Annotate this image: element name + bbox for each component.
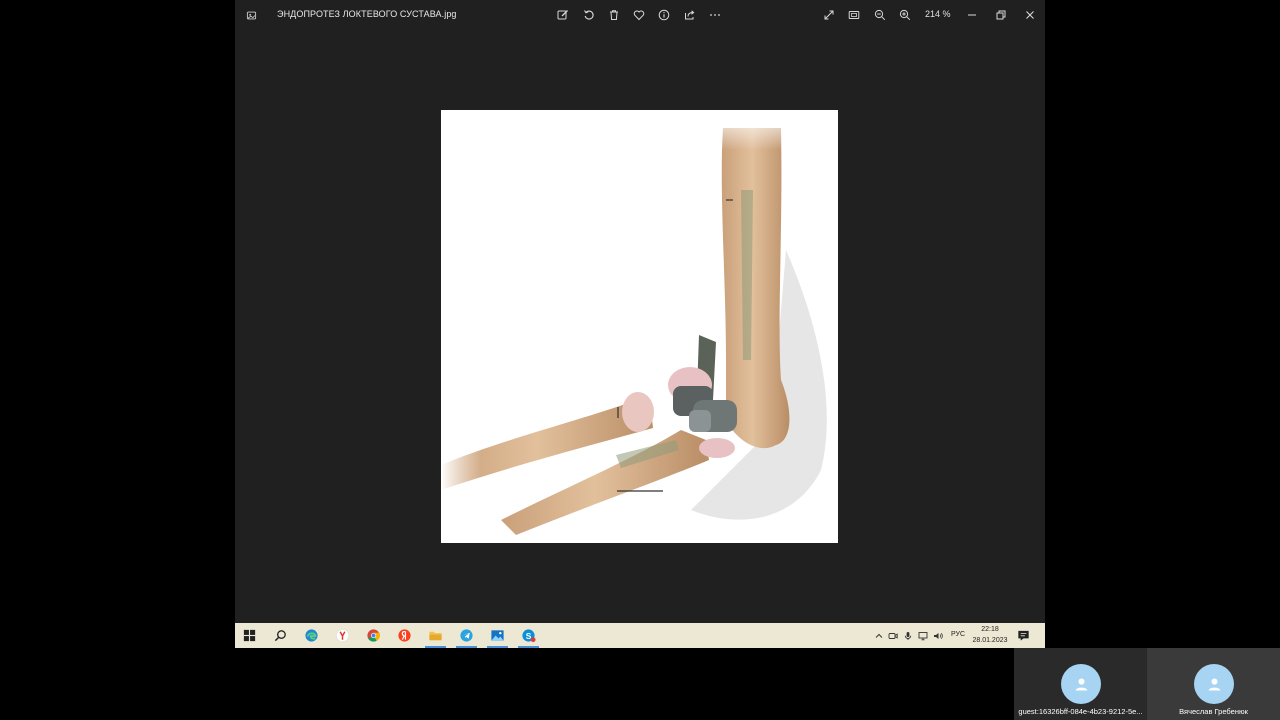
search-icon[interactable] [272,627,289,644]
avatar [1061,664,1101,704]
photos-icon[interactable] [489,627,506,644]
photo-viewer-window: ЭНДОПРОТЕЗ ЛОКТЕВОГО СУСТАВА.jpg 214 % [235,0,1045,623]
zoom-out-icon[interactable] [870,5,890,25]
minimize-icon[interactable] [962,5,982,25]
running-indicator [518,646,539,648]
meet-now-icon[interactable] [888,630,898,641]
share-icon[interactable] [680,5,700,25]
notifications-icon[interactable] [1015,627,1032,644]
skype-icon[interactable]: S [520,627,537,644]
restore-icon[interactable] [991,5,1011,25]
yandex-icon[interactable] [396,627,413,644]
delete-icon[interactable] [604,5,624,25]
favorite-icon[interactable] [629,5,649,25]
clock-date[interactable]: 28.01.2023 [970,637,1010,644]
file-name: ЭНДОПРОТЕЗ ЛОКТЕВОГО СУСТАВА.jpg [277,9,457,19]
screen-share: ЭНДОПРОТЕЗ ЛОКТЕВОГО СУСТАВА.jpg 214 % S… [0,0,1280,720]
close-icon[interactable] [1020,5,1040,25]
participant-tile[interactable]: guest:16326bff-084e-4b23-9212-5e... [1014,648,1147,720]
user-icon [1208,677,1220,690]
chrome-icon[interactable] [365,627,382,644]
running-indicator [425,646,446,648]
input-language[interactable]: РУС [951,631,965,638]
info-icon[interactable] [654,5,674,25]
fit-icon[interactable] [844,5,864,25]
participant-name: guest:16326bff-084e-4b23-9212-5e... [1018,707,1143,716]
elbow-endoprosthesis-image[interactable] [441,110,838,543]
taskbar: S РУС 22:18 28.01.2023 [235,623,1045,648]
windows-start-icon[interactable] [241,627,258,644]
rotate-icon[interactable] [579,5,599,25]
title-bar: ЭНДОПРОТЕЗ ЛОКТЕВОГО СУСТАВА.jpg 214 % [235,0,1045,30]
chevron-up-icon[interactable] [874,630,884,641]
telegram-icon[interactable] [458,627,475,644]
zoom-level[interactable]: 214 % [925,9,951,19]
running-indicator [456,646,477,648]
participant-tile[interactable]: Вячеслав Гребенюк [1147,648,1280,720]
edit-icon[interactable] [553,5,573,25]
yandex-browser-icon[interactable] [334,627,351,644]
microphone-icon[interactable] [903,630,913,641]
file-explorer-icon[interactable] [427,627,444,644]
network-icon[interactable] [918,630,928,641]
user-icon [1075,677,1087,690]
svg-text:S: S [526,631,532,641]
participant-name: Вячеслав Гребенюк [1179,707,1248,716]
more-icon[interactable] [705,5,725,25]
clock-time[interactable]: 22:18 [974,626,1006,633]
avatar [1194,664,1234,704]
edge-icon[interactable] [303,627,320,644]
volume-icon[interactable] [933,630,943,641]
fullscreen-icon[interactable] [819,5,839,25]
photos-app-icon [243,7,259,23]
zoom-in-icon[interactable] [895,5,915,25]
running-indicator [487,646,508,648]
